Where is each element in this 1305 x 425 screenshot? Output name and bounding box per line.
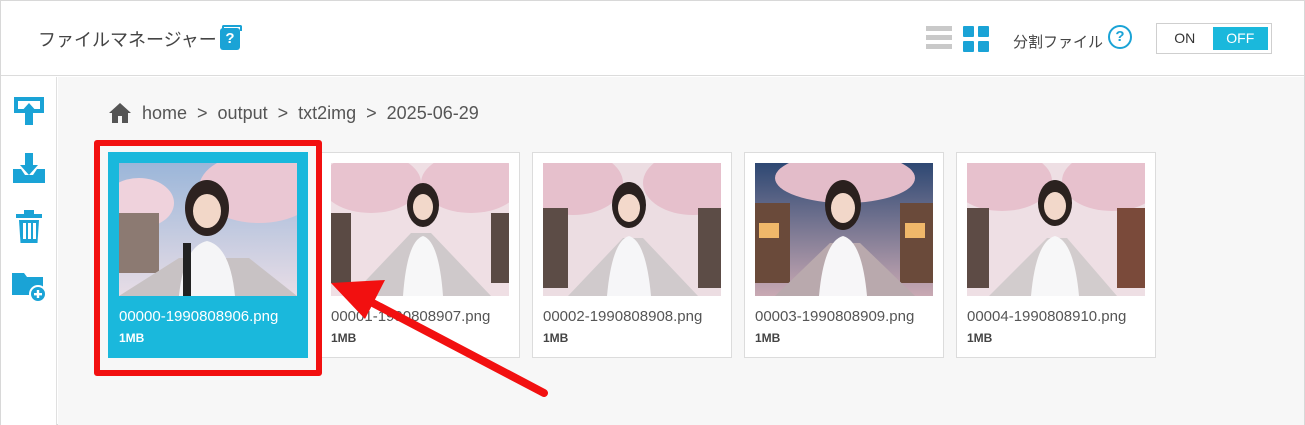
image-thumbnail [119,163,297,296]
folder-add-icon[interactable] [11,267,47,303]
file-size: 1MB [755,331,781,345]
breadcrumb-date[interactable]: 2025-06-29 [387,103,479,124]
toggle-on-button[interactable]: ON [1157,24,1213,53]
question-circle-icon[interactable]: ? [1108,25,1132,49]
image-thumbnail [967,163,1145,296]
image-thumbnail [755,163,933,296]
breadcrumb-txt2img[interactable]: txt2img [298,103,356,124]
file-name: 00003-1990808909.png [755,308,915,325]
header-bar: ファイルマネージャー ? 分割ファイル ? ON OFF [1,1,1304,76]
sidebar [1,77,57,425]
file-size: 1MB [331,331,357,345]
file-size: 1MB [119,331,145,345]
split-file-label: 分割ファイル [1013,33,1104,51]
breadcrumb-output[interactable]: output [218,103,268,124]
file-name: 00001-1990808907.png [331,308,491,325]
book-question-icon[interactable]: ? [220,25,242,50]
file-size: 1MB [543,331,569,345]
file-name: 00000-1990808906.png [119,308,279,325]
split-toggle: ON OFF [1156,23,1272,54]
breadcrumb-home[interactable]: home [142,103,187,124]
toggle-off-button[interactable]: OFF [1212,27,1268,50]
trash-icon[interactable] [11,209,47,245]
file-card[interactable]: 00002-1990808908.png 1MB [532,152,732,358]
upload-icon[interactable] [11,93,47,129]
file-browser: home > output > txt2img > 2025-06-29 000… [58,77,1304,425]
image-thumbnail [331,163,509,296]
breadcrumb-separator: > [277,102,289,123]
file-card[interactable]: 00000-1990808906.png 1MB [108,152,308,358]
file-size: 1MB [967,331,993,345]
file-card[interactable]: 00001-1990808907.png 1MB [320,152,520,358]
download-icon[interactable] [11,151,47,187]
grid-view-icon[interactable] [963,26,989,52]
breadcrumb-separator: > [197,102,208,123]
file-card[interactable]: 00004-1990808910.png 1MB [956,152,1156,358]
file-manager-window: ファイルマネージャー ? 分割ファイル ? ON OFF home > outp… [0,0,1305,425]
file-card[interactable]: 00003-1990808909.png 1MB [744,152,944,358]
image-thumbnail [543,163,721,296]
file-name: 00004-1990808910.png [967,308,1127,325]
file-name: 00002-1990808908.png [543,308,703,325]
home-icon[interactable] [108,102,132,124]
breadcrumb: home > output > txt2img > 2025-06-29 [108,101,479,125]
list-view-icon[interactable] [926,26,952,52]
page-title: ファイルマネージャー [38,30,217,51]
breadcrumb-separator: > [366,102,377,123]
